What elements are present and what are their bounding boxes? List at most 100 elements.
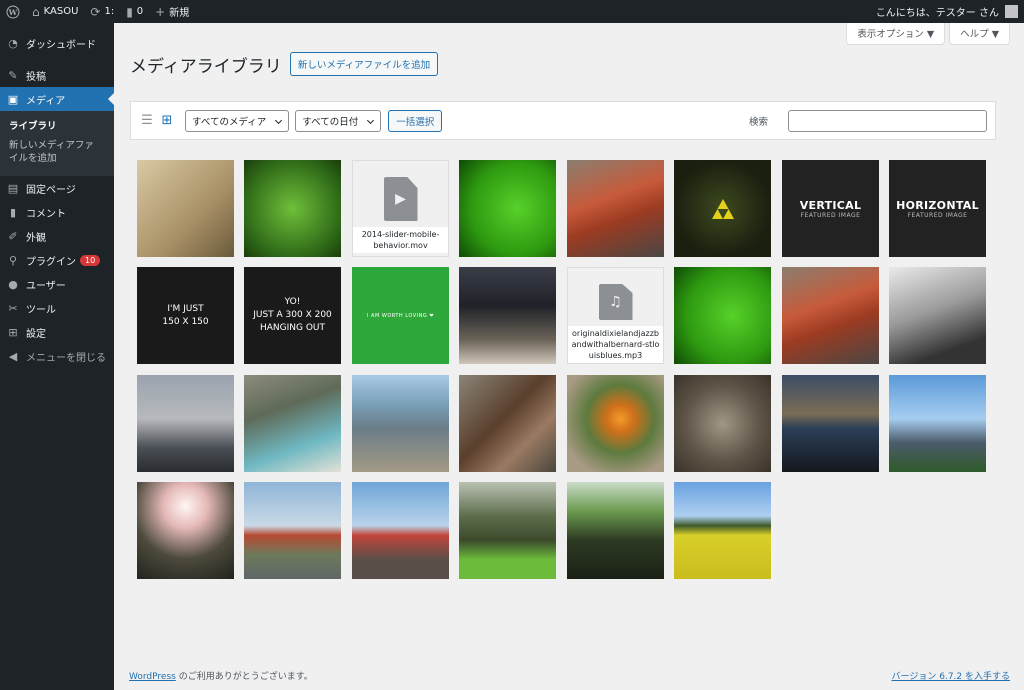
sidebar-item-posts[interactable]: ✎ 投稿 xyxy=(0,63,114,87)
attachment-tile[interactable] xyxy=(137,375,234,472)
tile-text: YO! JUST A 300 X 200 HANGING OUT xyxy=(253,297,332,333)
media-submenu: ライブラリ 新しいメディアファイルを追加 xyxy=(0,111,114,176)
attachment-tile[interactable] xyxy=(889,267,986,364)
plugins-update-badge: 10 xyxy=(80,254,101,266)
page-header: メディアライブラリ 新しいメディアファイルを追加 xyxy=(130,50,996,78)
date-filter[interactable]: すべての日付 xyxy=(295,109,382,132)
add-new-media-button[interactable]: 新しいメディアファイルを追加 xyxy=(289,52,439,76)
attachment-tile[interactable] xyxy=(244,375,341,472)
media-toolbar: ☰ ⊞ すべてのメディア すべての日付 一括選択 検索 xyxy=(130,101,996,140)
wordpress-link[interactable]: WordPress xyxy=(129,672,176,682)
attachment-tile[interactable] xyxy=(567,375,664,472)
pin-icon: ✎ xyxy=(8,68,18,82)
comments-link[interactable]: ▮ 0 xyxy=(120,0,149,23)
site-name: KASOU xyxy=(43,6,79,17)
sidebar-item-media[interactable]: ▣ メディア xyxy=(0,87,114,111)
updates-count: 1: xyxy=(104,6,115,17)
new-content-link[interactable]: + 新規 xyxy=(149,0,195,23)
attachment-tile[interactable] xyxy=(674,267,771,364)
user-icon: ● xyxy=(8,277,18,291)
grid-view-icon[interactable]: ⊞ xyxy=(159,113,175,129)
attachment-tile[interactable]: I'M JUST 150 X 150 xyxy=(137,267,234,364)
sidebar-item-tools[interactable]: ✂ ツール xyxy=(0,296,114,320)
settings-icon: ⊞ xyxy=(8,325,18,339)
sidebar-item-comments[interactable]: ▮ コメント xyxy=(0,200,114,224)
attachment-tile[interactable] xyxy=(567,482,664,579)
footer-thanks-text: のご利用ありがとうございます。 xyxy=(175,672,313,682)
tile-subtitle: FEATURED IMAGE xyxy=(800,211,861,219)
attachment-tile[interactable] xyxy=(567,160,664,257)
plus-icon: + xyxy=(155,4,166,19)
footer-thanks: WordPress のご利用ありがとうございます。 xyxy=(129,669,313,682)
attachment-tile[interactable] xyxy=(889,375,986,472)
dashboard-icon: ◔ xyxy=(8,36,18,50)
version-link[interactable]: バージョン 6.7.2 を入手する xyxy=(892,669,1010,682)
sidebar-item-label: プラグイン xyxy=(26,256,76,268)
attachment-filename: originaldixielandjazzbandwithalbernard-s… xyxy=(568,326,663,363)
greeting-text: こんにちは、テスター さん xyxy=(875,8,999,19)
attachment-tile[interactable]: HORIZONTAL FEATURED IMAGE xyxy=(889,160,986,257)
tile-title: HORIZONTAL xyxy=(896,198,979,212)
sidebar-item-settings[interactable]: ⊞ 設定 xyxy=(0,320,114,344)
attachment-tile[interactable] xyxy=(459,482,556,579)
admin-bar: W ⌂ KASOU ⟳ 1: ▮ 0 + 新規 こんにちは、テスター さん xyxy=(0,0,1024,23)
tile-title: VERTICAL xyxy=(799,198,862,212)
sidebar-item-label: 外観 xyxy=(26,232,46,244)
sidebar-item-users[interactable]: ● ユーザー xyxy=(0,272,114,296)
sidebar-item-label: 固定ページ xyxy=(26,184,76,196)
sidebar-item-dashboard[interactable]: ◔ ダッシュボード xyxy=(0,31,114,55)
site-name-link[interactable]: ⌂ KASOU xyxy=(26,0,84,23)
sidebar-item-label: ツール xyxy=(26,304,56,316)
list-view-icon[interactable]: ☰ xyxy=(139,113,155,129)
audio-file-icon: ♫ xyxy=(598,284,633,320)
sidebar-item-label: メディア xyxy=(26,95,66,107)
comment-icon: ▮ xyxy=(9,205,17,219)
sidebar-item-label: ダッシュボード xyxy=(26,39,96,51)
sidebar-item-label: 設定 xyxy=(26,328,46,340)
sidebar-item-plugins[interactable]: ⚲ プラグイン 10 xyxy=(0,248,114,272)
bulk-select-button[interactable]: 一括選択 xyxy=(388,109,443,132)
sidebar-item-label: 投稿 xyxy=(26,71,46,83)
attachment-tile[interactable] xyxy=(782,375,879,472)
triforce-icon xyxy=(711,198,734,219)
attachment-tile[interactable] xyxy=(782,267,879,364)
updates-link[interactable]: ⟳ 1: xyxy=(84,0,120,23)
main-content: メディアライブラリ 新しいメディアファイルを追加 ☰ ⊞ すべてのメディア すべ… xyxy=(130,50,996,140)
new-label: 新規 xyxy=(169,8,190,19)
attachment-tile[interactable] xyxy=(674,375,771,472)
media-type-filter[interactable]: すべてのメディア xyxy=(185,109,290,132)
my-account[interactable]: こんにちは、テスター さん xyxy=(876,4,1024,19)
refresh-icon: ⟳ xyxy=(90,4,101,19)
appearance-icon: ✐ xyxy=(8,229,18,243)
attachment-tile[interactable] xyxy=(137,160,234,257)
attachment-tile[interactable] xyxy=(459,375,556,472)
attachment-tile-audio[interactable]: ♫ originaldixielandjazzbandwithalbernard… xyxy=(567,267,664,364)
screen-options-button[interactable]: 表示オプション ▼ xyxy=(846,23,946,45)
attachment-tile[interactable]: YO! JUST A 300 X 200 HANGING OUT xyxy=(244,267,341,364)
home-icon: ⌂ xyxy=(32,4,40,19)
attachment-tile-video[interactable]: ▶ 2014-slider-mobile-behavior.mov xyxy=(352,160,449,257)
attachment-tile[interactable]: I AM WORTH LOVING ❤ xyxy=(352,267,449,364)
sidebar-item-appearance[interactable]: ✐ 外観 xyxy=(0,224,114,248)
attachment-tile[interactable] xyxy=(244,160,341,257)
attachment-tile[interactable] xyxy=(352,375,449,472)
tile-subtitle: FEATURED IMAGE xyxy=(907,211,968,219)
submenu-add-new[interactable]: 新しいメディアファイルを追加 xyxy=(0,136,104,168)
attachment-tile[interactable] xyxy=(352,482,449,579)
attachment-tile[interactable] xyxy=(137,482,234,579)
tools-icon: ✂ xyxy=(8,301,18,315)
wordpress-logo-icon[interactable]: W xyxy=(0,0,26,23)
attachment-tile[interactable]: VERTICAL FEATURED IMAGE xyxy=(782,160,879,257)
attachment-tile[interactable] xyxy=(674,160,771,257)
search-input[interactable] xyxy=(788,109,987,132)
attachment-tile[interactable] xyxy=(459,267,556,364)
admin-sidebar: ◔ ダッシュボード ✎ 投稿 ▣ メディア ライブラリ 新しいメディアファイルを… xyxy=(0,23,114,690)
submenu-library[interactable]: ライブラリ xyxy=(0,117,114,136)
help-button[interactable]: ヘルプ ▼ xyxy=(949,23,1010,45)
attachment-tile[interactable] xyxy=(674,482,771,579)
attachment-tile[interactable] xyxy=(459,160,556,257)
collapse-label: メニューを閉じる xyxy=(26,352,106,364)
attachment-tile[interactable] xyxy=(244,482,341,579)
sidebar-item-pages[interactable]: ▤ 固定ページ xyxy=(0,176,114,200)
collapse-menu-button[interactable]: ◀ メニューを閉じる xyxy=(0,344,114,368)
